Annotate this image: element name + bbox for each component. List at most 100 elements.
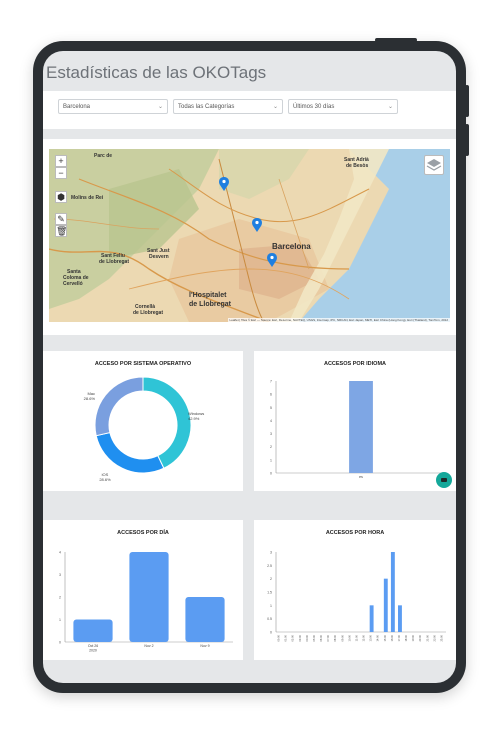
y-tick-label: 4: [270, 419, 272, 423]
bar: [390, 552, 395, 632]
draw-polygon-icon[interactable]: ⬢: [55, 191, 67, 203]
bar: [383, 578, 388, 632]
x-tick-label: 02:00: [291, 634, 295, 641]
donut-slice: [142, 376, 192, 469]
map-label-sant-adria-2: de Besòs: [346, 163, 368, 169]
y-tick-label: 4: [59, 551, 61, 555]
volume-down-button: [465, 124, 469, 156]
y-tick-label: 5: [270, 406, 272, 410]
x-tick-label: es: [359, 475, 363, 479]
trash-icon[interactable]: 🗑: [55, 225, 67, 237]
map-label-parc: Parc de: [94, 153, 112, 159]
x-tick-label: 12:00: [362, 634, 366, 641]
x-tick-label: 15:00: [383, 634, 387, 641]
bar: [398, 605, 402, 632]
donut-slice: [94, 376, 144, 437]
map-card: Barcelona l'Hospitalet de Llobregat Sant…: [43, 139, 456, 335]
map-label-sant-just-2: Desvern: [149, 254, 169, 260]
chevron-down-icon: ⌄: [157, 104, 163, 110]
y-tick-label: 2.5: [267, 564, 272, 568]
chart-card-idioma: ACCESOS POR IDIOMA 0 1 2 3 4 5 6 7 es: [254, 351, 456, 491]
map-label-hospitalet-2: de Llobregat: [189, 301, 232, 308]
power-button: [375, 38, 417, 42]
category-select-value: Todas las Categorías: [178, 104, 235, 110]
chevron-down-icon: ⌄: [387, 104, 393, 110]
y-tick-label: 3: [270, 432, 272, 436]
chart-card-so: ACCESO POR SISTEMA OPERATIVO Windows 42.9…: [43, 351, 243, 491]
x-tick-label: 19:00: [411, 634, 415, 641]
chevron-down-icon: ⌄: [272, 104, 278, 110]
filter-bar: Barcelona ⌄ Todas las Categorías ⌄ Últimos…: [43, 91, 456, 129]
map-attribution: Leaflet | Tiles © Esri — Source: Esri, D…: [227, 318, 450, 322]
y-tick-label: 2: [270, 577, 272, 581]
city-select[interactable]: Barcelona ⌄: [58, 99, 168, 114]
x-tick-label: 00:00: [277, 634, 281, 641]
x-tick-label: 23:00: [439, 634, 443, 641]
map-tiles: Barcelona l'Hospitalet de Llobregat Sant…: [49, 149, 450, 322]
bar: [349, 381, 373, 473]
y-tick-label: 2: [270, 445, 272, 449]
volume-button: [465, 85, 469, 117]
x-tick-label: Oct 26: [88, 644, 98, 648]
x-tick-label: 07:00: [326, 634, 330, 641]
y-tick-label: 1: [270, 458, 272, 462]
y-tick-label: 1: [59, 618, 61, 622]
bar-chart-dia: 0 1 2 3 4 Oct 262020 Nov 2 Nov 9: [59, 551, 233, 653]
donut-chart: Windows42.9%iOS28.6%Mac28.6%: [84, 376, 204, 482]
bar: [369, 605, 374, 632]
bar-chart-hora: 0 0.5 1 1.5 2 2.5 3 00:00 01:00 02:00 03:00 04:00 05…: [267, 551, 446, 642]
bar-chart-idioma: 0 1 2 3 4 5 6 7 es: [270, 380, 446, 479]
chat-button[interactable]: [436, 472, 452, 488]
x-tick-label: 09:00: [340, 634, 344, 641]
zoom-out-button[interactable]: −: [55, 167, 67, 179]
x-tick-label: 21:00: [425, 634, 429, 641]
x-tick-label: 01:00: [284, 634, 288, 641]
y-tick-label: 0: [270, 472, 272, 476]
chat-icon: [441, 478, 447, 482]
x-tick-label: 11:00: [354, 634, 358, 641]
x-tick-label: 04:00: [305, 634, 309, 641]
bar: [129, 552, 169, 642]
map-label-colonia-3: Cervelló: [63, 281, 83, 287]
x-tick-label: Nov 2: [144, 644, 153, 648]
x-tick-label: 13:00: [369, 634, 373, 641]
category-select[interactable]: Todas las Categorías ⌄: [173, 99, 283, 114]
page-title: Estadísticas de las OKOTags: [46, 63, 267, 82]
y-tick-label: 0: [59, 641, 61, 645]
map-label-molins: Molins de Rei: [71, 195, 104, 201]
x-tick-label: 03:00: [298, 634, 302, 641]
map-label-hospitalet-1: l'Hospitalet: [189, 292, 227, 299]
bar: [73, 619, 113, 642]
chart-card-dia: ACCESOS POR DÍA 0 1 2 3 4 Oct 26 2020 Nov 2 Nov …: [43, 520, 243, 660]
x-tick-label: 20:00: [418, 634, 422, 641]
period-select[interactable]: Últimos 30 días ⌄: [288, 99, 398, 114]
map-label-sant-feliu-2: de Llobregat: [99, 259, 129, 265]
edit-icon[interactable]: ✎: [55, 213, 67, 225]
x-tick-label: 14:00: [376, 634, 380, 641]
y-tick-label: 0.5: [267, 617, 272, 621]
y-tick-label: 1: [270, 604, 272, 608]
donut-slice: [95, 431, 165, 474]
x-tick-label: 18:00: [404, 634, 408, 641]
y-tick-label: 0: [270, 631, 272, 635]
city-select-value: Barcelona: [63, 104, 91, 110]
y-tick-label: 7: [270, 380, 272, 384]
x-tick-label: 2020: [89, 649, 97, 653]
zoom-in-button[interactable]: +: [55, 155, 67, 167]
x-tick-label: 17:00: [397, 634, 401, 641]
y-tick-label: 1.5: [267, 591, 272, 595]
x-tick-label: 16:00: [390, 634, 394, 641]
screen: Estadísticas de las OKOTags Barcelona ⌄ T…: [43, 51, 456, 683]
x-tick-label: 10:00: [347, 634, 351, 641]
y-tick-label: 3: [270, 551, 272, 555]
donut-label: 28.6%: [99, 477, 111, 482]
bar: [185, 597, 225, 642]
x-tick-label: Nov 9: [200, 644, 209, 648]
layers-icon[interactable]: [424, 155, 444, 175]
donut-label: 42.9%: [188, 416, 200, 421]
y-tick-label: 2: [59, 596, 61, 600]
map[interactable]: Barcelona l'Hospitalet de Llobregat Sant…: [49, 149, 450, 322]
y-tick-label: 3: [59, 573, 61, 577]
map-label-cornella-2: de Llobregat: [133, 310, 163, 316]
map-label-barcelona: Barcelona: [272, 242, 311, 251]
